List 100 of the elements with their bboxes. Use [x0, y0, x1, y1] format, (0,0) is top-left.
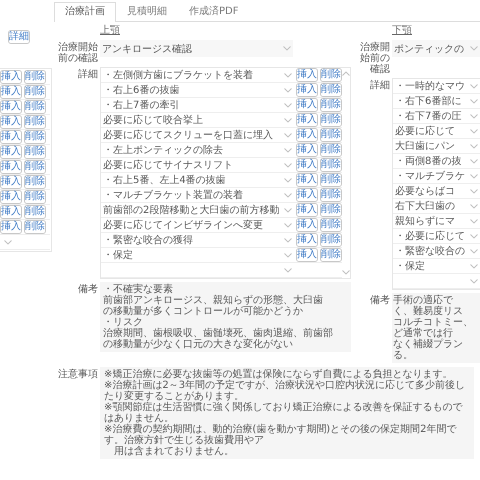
delete-button[interactable]: 削除	[320, 173, 342, 187]
chevron-down-icon	[342, 270, 350, 275]
insert-button[interactable]: 挿入	[296, 98, 318, 112]
note-text: ※顎関節症は生活習慣に強く関係しており矯正治療による改善を保証するものではありません。	[104, 402, 464, 424]
chevron-down-icon	[284, 118, 292, 122]
chevron-down-icon	[284, 162, 292, 168]
delete-button[interactable]: 削除	[24, 205, 46, 219]
detail-select[interactable]: 必要に応じてインビザラインへ変更	[101, 218, 294, 232]
detail-select[interactable]: 必要に応じてサイナスリフト	[101, 158, 294, 172]
delete-button[interactable]: 削除	[24, 220, 46, 234]
insert-button[interactable]: 挿入	[0, 85, 22, 99]
insert-button[interactable]: 挿入	[296, 188, 318, 202]
chevron-down-icon	[470, 128, 478, 134]
insert-button[interactable]: 挿入	[296, 158, 318, 172]
insert-button[interactable]: 挿入	[296, 128, 318, 142]
delete-button[interactable]: 削除	[320, 248, 342, 262]
chevron-down-icon	[470, 218, 478, 224]
delete-button[interactable]: 削除	[24, 190, 46, 204]
chevron-down-icon	[470, 144, 478, 148]
detail-select[interactable]: 必要に応じてスクリューを口蓋に埋入	[101, 128, 294, 142]
chevron-down-icon	[284, 72, 292, 78]
chevron-down-icon	[284, 222, 292, 228]
chevron-down-icon	[470, 174, 478, 178]
chevron-down-icon	[470, 98, 478, 104]
insert-button[interactable]: 挿入	[296, 113, 318, 127]
delete-button[interactable]: 削除	[320, 203, 342, 217]
note-text: ※治療費の契約期間は、動的治療(歯を動かす期間)とその後の保定期間2年間です。治療方針で生じる抜歯費用やア	[104, 424, 458, 446]
detail-select[interactable]: 右下大臼歯の	[393, 199, 480, 213]
insert-button[interactable]: 挿入	[296, 143, 318, 157]
chevron-down-icon	[470, 114, 478, 118]
chevron-down-icon	[284, 268, 292, 272]
chevron-down-icon	[283, 46, 291, 51]
chevron-down-icon	[284, 148, 292, 152]
delete-button[interactable]: 削除	[24, 115, 46, 129]
detail-select[interactable]: 大臼歯にパン	[393, 139, 480, 153]
insert-button[interactable]: 挿入	[0, 130, 22, 144]
insert-button[interactable]: 挿入	[0, 190, 22, 204]
delete-button[interactable]: 削除	[320, 233, 342, 247]
delete-button[interactable]: 削除	[320, 113, 342, 127]
chevron-down-icon	[284, 102, 292, 108]
detail-select[interactable]: 必要に応じて	[393, 124, 480, 138]
delete-button[interactable]: 削除	[320, 128, 342, 142]
chevron-down-icon	[284, 132, 292, 138]
note-text: 用は含まれておりません。	[113, 446, 235, 457]
insert-button[interactable]: 挿入	[0, 115, 22, 129]
chevron-down-icon	[284, 192, 292, 198]
delete-button[interactable]: 削除	[320, 83, 342, 97]
field-label: 注意事項	[58, 369, 98, 380]
chevron-down-icon	[284, 238, 292, 242]
field-label: 治療開始前の確認	[58, 42, 98, 64]
insert-button[interactable]: 挿入	[296, 218, 318, 232]
field-label: 詳細	[370, 80, 390, 91]
insert-button[interactable]: 挿入	[0, 175, 22, 189]
note-text: ※矯正治療に必要な抜歯等の処置は保険にならず自費による負担となります。	[104, 369, 454, 380]
jaw-link[interactable]: 下顎	[392, 25, 412, 36]
delete-button[interactable]: 削除	[320, 143, 342, 157]
note-text: ※治療計画は2～3年間の予定ですが、治療状況や口腔内状況に応じて多少前後したり変更することがあります。	[104, 380, 466, 402]
insert-button[interactable]: 挿入	[0, 220, 22, 234]
delete-button[interactable]: 削除	[320, 98, 342, 112]
insert-button[interactable]: 挿入	[0, 70, 22, 84]
delete-button[interactable]: 削除	[24, 70, 46, 84]
insert-button[interactable]: 挿入	[296, 233, 318, 247]
tab[interactable]: 見積明細	[116, 2, 178, 21]
insert-button[interactable]: 挿入	[296, 203, 318, 217]
insert-button[interactable]: 挿入	[0, 205, 22, 219]
delete-button[interactable]: 削除	[24, 130, 46, 144]
chevron-down-icon	[284, 252, 292, 258]
detail-select[interactable]: 親知らずにマ	[393, 214, 480, 228]
tab[interactable]: 治療計画	[54, 2, 116, 22]
delete-button[interactable]: 削除	[320, 218, 342, 232]
insert-button[interactable]: 挿入	[296, 68, 318, 82]
insert-button[interactable]: 挿入	[0, 160, 22, 174]
delete-button[interactable]: 削除	[24, 160, 46, 174]
detail-button[interactable]: 詳細	[8, 30, 30, 44]
chevron-down-icon	[470, 188, 478, 194]
insert-button[interactable]: 挿入	[296, 173, 318, 187]
delete-button[interactable]: 削除	[320, 68, 342, 82]
chevron-down-icon	[470, 264, 478, 268]
insert-button[interactable]: 挿入	[296, 83, 318, 97]
tab[interactable]: 作成済PDF	[178, 2, 250, 21]
delete-button[interactable]: 削除	[24, 145, 46, 159]
jaw-link[interactable]: 上顎	[100, 25, 120, 36]
insert-button[interactable]: 挿入	[0, 145, 22, 159]
chevron-down-icon	[470, 46, 478, 51]
check-select[interactable]: アンキロージス確認	[100, 40, 293, 57]
chevron-down-icon	[4, 240, 12, 244]
delete-button[interactable]: 削除	[24, 100, 46, 114]
detail-select[interactable]: 必要ならばコ	[393, 184, 480, 198]
remarks-text: 手術の適応で く、難易度リス コルチコトミー、 ど通常では行 なく補綴プラン る。	[392, 293, 480, 363]
chevron-down-icon	[470, 248, 478, 254]
chevron-down-icon	[470, 204, 478, 208]
detail-select[interactable]: 前歯部の2段階移動と大臼歯の前方移動	[101, 203, 294, 217]
check-select[interactable]: ポンティックの	[392, 40, 480, 57]
delete-button[interactable]: 削除	[320, 188, 342, 202]
delete-button[interactable]: 削除	[320, 158, 342, 172]
delete-button[interactable]: 削除	[24, 175, 46, 189]
detail-select[interactable]: 必要に応じて咬合挙上	[101, 113, 294, 127]
insert-button[interactable]: 挿入	[0, 100, 22, 114]
insert-button[interactable]: 挿入	[296, 248, 318, 262]
delete-button[interactable]: 削除	[24, 85, 46, 99]
